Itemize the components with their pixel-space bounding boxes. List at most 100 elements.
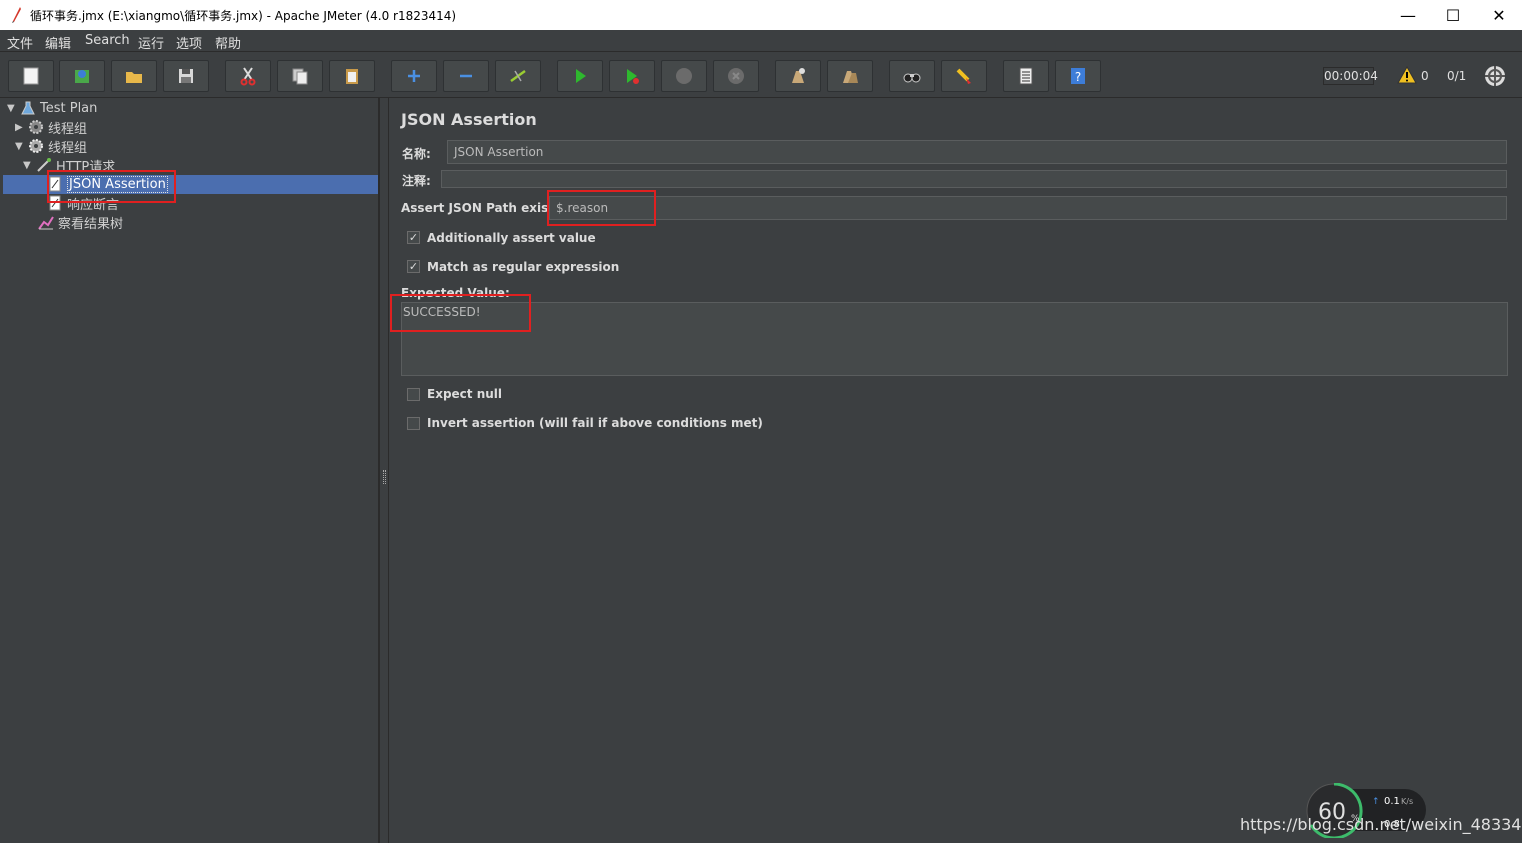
checkmark-icon: ✓ (408, 231, 419, 244)
search-button[interactable] (889, 60, 935, 92)
svg-text:?: ? (1075, 70, 1081, 84)
active-threads: 0/1 (1447, 69, 1467, 83)
tree-node-test-plan[interactable]: ▼ Test Plan (7, 99, 97, 117)
new-button[interactable] (8, 60, 54, 92)
expected-value-textarea[interactable]: SUCCESSED! (401, 302, 1508, 376)
json-path-field[interactable]: $.reason (549, 196, 1507, 220)
toggle-icon (510, 69, 526, 83)
paste-button[interactable] (329, 60, 375, 92)
expect-null-checkbox[interactable] (407, 388, 420, 401)
window-title: 循环事务.jmx (E:\xiangmo\循环事务.jmx) - Apache … (30, 9, 457, 23)
save-icon (179, 69, 193, 83)
start-no-pause-icon (627, 69, 639, 84)
menu-file[interactable]: 文件 (7, 33, 33, 52)
paste-icon (346, 69, 358, 84)
templates-button[interactable] (59, 60, 105, 92)
menu-run[interactable]: 运行 (138, 33, 164, 52)
expect-null-label: Expect null (427, 387, 503, 401)
splitter-grip[interactable] (383, 470, 386, 484)
help-icon: ? (1071, 68, 1085, 84)
match-regex-label: Match as regular expression (427, 260, 620, 274)
clear-button[interactable] (775, 60, 821, 92)
toolbar: ? (0, 52, 1522, 98)
copy-icon (292, 68, 308, 85)
pane-splitter[interactable] (379, 98, 389, 843)
start-icon (576, 69, 586, 83)
watermark: https://blog.csdn.net/weixin_48334703 (1240, 815, 1522, 834)
match-regex-checkbox[interactable]: ✓ (407, 260, 420, 273)
additionally-assert-checkbox[interactable]: ✓ (407, 231, 420, 244)
additionally-assert-label: Additionally assert value (427, 231, 596, 245)
menu-help[interactable]: 帮助 (215, 33, 241, 52)
new-icon (23, 67, 39, 85)
reset-search-icon (956, 68, 971, 84)
tree-node-thread-group-2[interactable]: ▼ 线程组 (15, 137, 87, 156)
tree-node-response-assertion[interactable]: 响应断言 (47, 194, 119, 213)
shutdown-icon (728, 68, 744, 84)
pipette-icon (37, 158, 51, 172)
elapsed-timer: 00:00:04 (1323, 67, 1378, 85)
open-button[interactable] (111, 60, 157, 92)
test-plan-icon (21, 101, 35, 115)
start-no-pause-button[interactable] (609, 60, 655, 92)
clear-icon (792, 68, 805, 83)
collapse-arrow-icon[interactable]: ▼ (23, 160, 33, 171)
invert-assertion-label: Invert assertion (will fail if above con… (427, 416, 763, 430)
clear-all-icon (843, 71, 858, 83)
minimize-button[interactable]: — (1385, 0, 1431, 30)
stop-icon (676, 68, 692, 84)
function-helper-button[interactable] (1003, 60, 1049, 92)
name-label: 名称: (402, 147, 431, 161)
menu-edit[interactable]: 编辑 (45, 33, 71, 52)
collapse-icon (460, 74, 472, 78)
expand-button[interactable] (391, 60, 437, 92)
save-button[interactable] (163, 60, 209, 92)
open-icon (126, 72, 142, 83)
maximize-button[interactable]: ☐ (1430, 0, 1476, 30)
clear-all-button[interactable] (827, 60, 873, 92)
cut-icon (240, 67, 256, 86)
tree-node-thread-group-1[interactable]: ▶ 线程组 (15, 118, 87, 137)
panel-title: JSON Assertion (401, 110, 537, 129)
expected-value-label: Expected Value: (401, 286, 510, 300)
menu-search[interactable]: Search (85, 33, 130, 48)
warning-icon[interactable] (1397, 66, 1417, 84)
upload-unit: K/s (1401, 797, 1413, 806)
expand-arrow-icon[interactable]: ▶ (15, 122, 25, 133)
collapse-button[interactable] (443, 60, 489, 92)
tree-node-json-assertion[interactable]: JSON Assertion (47, 175, 168, 193)
json-path-label: Assert JSON Path exists: (401, 201, 566, 215)
menu-options[interactable]: 选项 (176, 33, 202, 52)
close-button[interactable]: ✕ (1476, 0, 1522, 30)
collapse-arrow-icon[interactable]: ▼ (15, 141, 25, 152)
start-button[interactable] (557, 60, 603, 92)
invert-assertion-checkbox[interactable] (407, 417, 420, 430)
upload-arrow-icon: ↑ (1372, 797, 1380, 807)
comment-field[interactable] (441, 170, 1507, 188)
title-bar: 循环事务.jmx (E:\xiangmo\循环事务.jmx) - Apache … (0, 0, 1522, 30)
expand-icon (408, 70, 420, 82)
tree-node-http-request[interactable]: ▼ HTTP请求 (23, 156, 115, 175)
jmeter-feather-icon (12, 7, 21, 23)
search-icon (903, 73, 921, 83)
templates-icon (75, 70, 89, 83)
cut-button[interactable] (225, 60, 271, 92)
gear-icon (29, 120, 43, 134)
toggle-button[interactable] (495, 60, 541, 92)
assertion-icon (49, 195, 61, 211)
warning-count: 0 (1421, 69, 1429, 83)
gear-icon (29, 139, 43, 153)
tree-node-view-results-tree[interactable]: 察看结果树 (38, 213, 123, 232)
name-field[interactable]: JSON Assertion (447, 140, 1507, 164)
collapse-arrow-icon[interactable]: ▼ (7, 103, 17, 114)
reset-search-button[interactable] (941, 60, 987, 92)
copy-button[interactable] (277, 60, 323, 92)
checkmark-icon: ✓ (408, 260, 419, 273)
upload-rate: 0.1 (1384, 796, 1400, 807)
remote-engines-icon[interactable] (1484, 65, 1506, 87)
assertion-icon (49, 176, 61, 192)
stop-button[interactable] (661, 60, 707, 92)
help-button[interactable]: ? (1055, 60, 1101, 92)
listener-chart-icon (38, 216, 54, 230)
shutdown-button[interactable] (713, 60, 759, 92)
